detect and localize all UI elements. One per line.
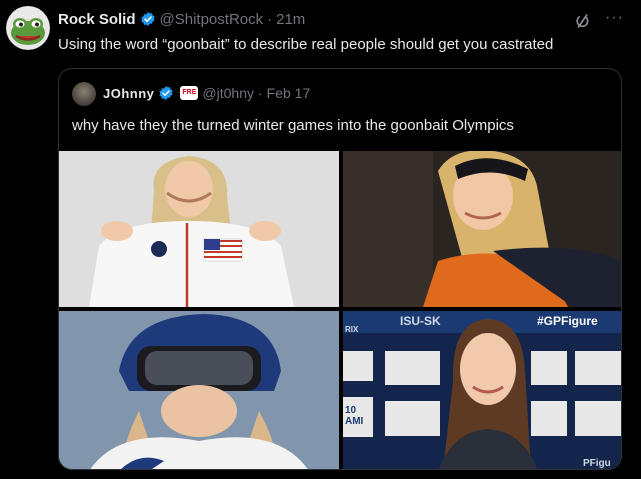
verified-badge-icon [140,12,155,26]
speed-skater-image [343,151,621,307]
grok-icon[interactable] [574,12,592,30]
sign-gp-figure: #GPFigure [537,314,598,328]
photo-3[interactable] [59,311,339,469]
quoted-author-name[interactable]: JOhnny [103,86,154,101]
separator-dot: · [267,10,273,28]
quoted-author-avatar[interactable] [72,82,96,106]
sign-bottom: PFigu [583,458,611,469]
verified-badge-icon [159,86,173,100]
more-options-icon[interactable]: ··· [605,9,624,27]
quoted-tweet-header: JOhnny FRE @jt0hny · Feb 17 [103,83,310,103]
photo-1[interactable] [59,151,339,307]
quoted-author-handle[interactable]: @jt0hny [202,85,254,101]
separator-dot: · [257,85,263,101]
affiliate-badge: FRE [180,86,199,100]
author-name[interactable]: Rock Solid [58,11,136,28]
frog-avatar-icon [6,6,50,50]
sign-isu: ISU-SK [400,314,441,328]
sign-left-bottom: 10 AMI [345,405,364,427]
quoted-tweet-text: why have they the turned winter games in… [72,117,514,134]
photo-2[interactable] [343,151,621,307]
author-handle[interactable]: @ShitpostRock [160,11,264,28]
photo-4[interactable]: ISU-SK #GPFigure RIX 10 AMI PFigu [343,311,621,469]
skier-goggles-image [59,311,339,469]
quoted-tweet[interactable]: JOhnny FRE @jt0hny · Feb 17 why have the… [58,68,622,470]
tweet-text: Using the word “goonbait” to describe re… [58,36,554,53]
quoted-tweet-date[interactable]: Feb 17 [267,85,311,101]
photo-grid: ISU-SK #GPFigure RIX 10 AMI PFigu [59,151,621,469]
author-avatar[interactable] [6,6,50,50]
tweet-header: Rock Solid @ShitpostRock · 21m [58,9,641,29]
tweet-time[interactable]: 21m [276,11,305,28]
sign-left-top: RIX [345,325,359,334]
figure-skater-image [343,311,621,469]
athlete-white-jacket-image [59,151,339,307]
